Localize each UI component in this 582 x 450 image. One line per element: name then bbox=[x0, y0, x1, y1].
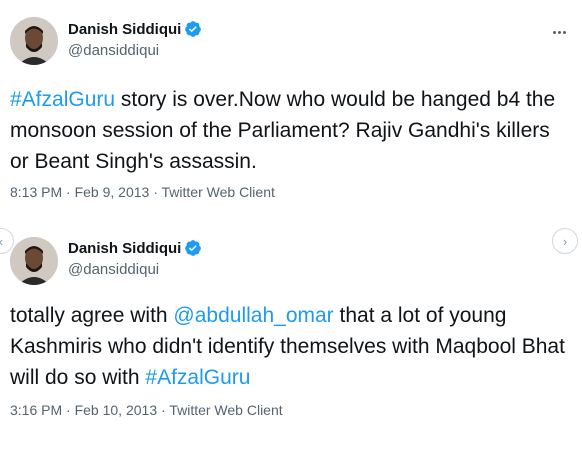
tweet-metadata: 8:13 PM · Feb 9, 2013 · Twitter Web Clie… bbox=[10, 184, 275, 200]
handle[interactable]: @dansiddiqui bbox=[68, 261, 159, 278]
tweet-client[interactable]: Twitter Web Client bbox=[162, 184, 275, 200]
avatar[interactable] bbox=[10, 237, 58, 285]
hashtag-link[interactable]: #AfzalGuru bbox=[145, 366, 250, 389]
avatar[interactable] bbox=[10, 17, 58, 65]
tweet-time[interactable]: 8:13 PM bbox=[10, 184, 62, 200]
handle[interactable]: @dansiddiqui bbox=[68, 42, 159, 59]
tweet-text: totally agree with @abdullah_omar that a… bbox=[10, 300, 572, 393]
more-options-icon[interactable] bbox=[549, 22, 569, 42]
tweet-date[interactable]: Feb 9, 2013 bbox=[75, 184, 150, 200]
hashtag-link[interactable]: #AfzalGuru bbox=[10, 88, 115, 111]
separator: · bbox=[62, 402, 75, 418]
tweet-client[interactable]: Twitter Web Client bbox=[169, 402, 282, 418]
chevron-right-icon[interactable]: › bbox=[552, 228, 578, 254]
display-name[interactable]: Danish Siddiqui bbox=[68, 21, 181, 38]
separator: · bbox=[157, 402, 170, 418]
tweet-metadata: 3:16 PM · Feb 10, 2013 · Twitter Web Cli… bbox=[10, 402, 283, 418]
tweet-time[interactable]: 3:16 PM bbox=[10, 402, 62, 418]
mention-link[interactable]: @abdullah_omar bbox=[173, 304, 333, 327]
tweet-date[interactable]: Feb 10, 2013 bbox=[75, 402, 158, 418]
separator: · bbox=[62, 184, 75, 200]
verified-badge-icon bbox=[184, 20, 202, 38]
tweet-text: #AfzalGuru story is over.Now who would b… bbox=[10, 84, 572, 177]
tweet-card[interactable]: Danish Siddiqui @dansiddiqui #AfzalGuru … bbox=[0, 0, 582, 225]
tweet-card[interactable]: Danish Siddiqui @dansiddiqui totally agr… bbox=[0, 225, 582, 450]
display-name[interactable]: Danish Siddiqui bbox=[68, 240, 181, 257]
verified-badge-icon bbox=[184, 239, 202, 257]
tweet-text-segment: totally agree with bbox=[10, 304, 174, 327]
separator: · bbox=[149, 184, 162, 200]
